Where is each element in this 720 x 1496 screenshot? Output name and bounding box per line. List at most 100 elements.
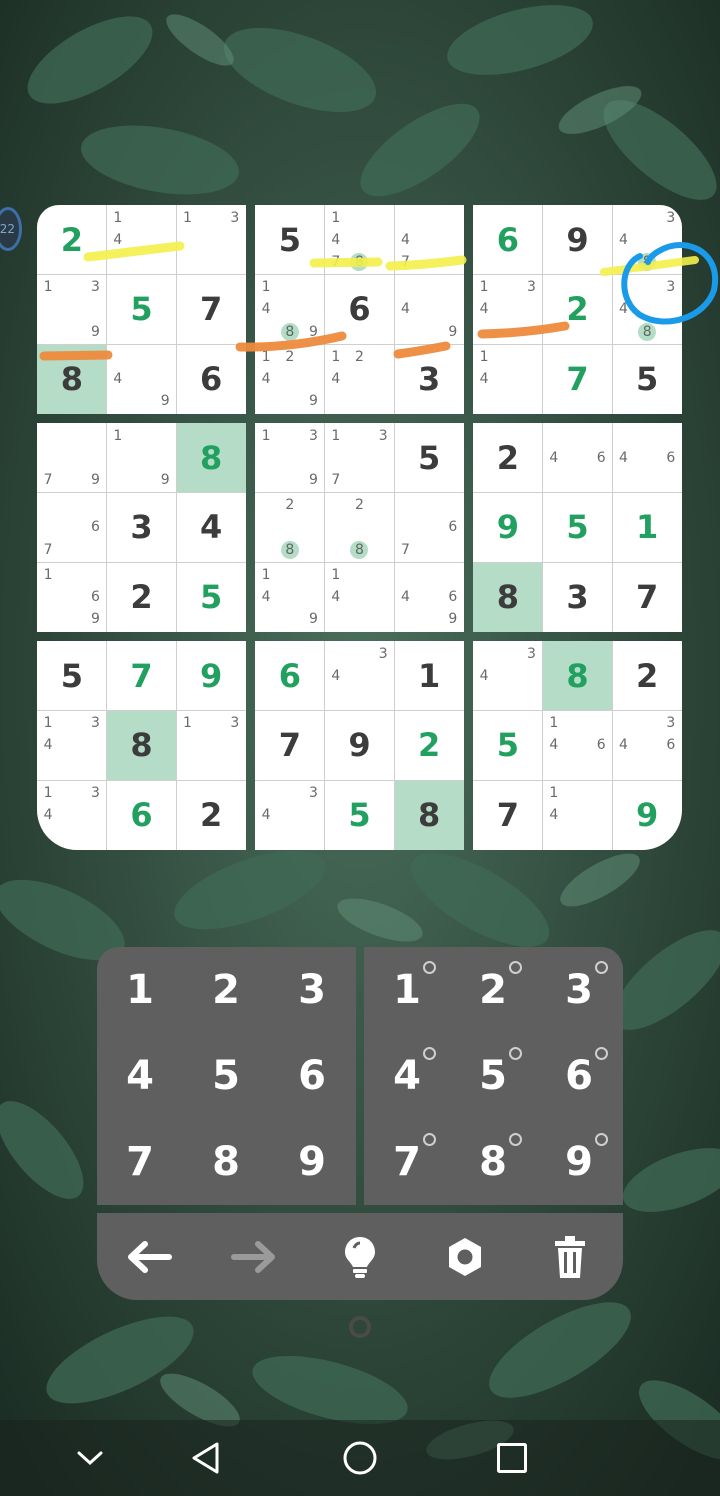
sudoku-cell[interactable]: 7 bbox=[473, 780, 543, 850]
sudoku-cell[interactable]: 1 3 4 bbox=[37, 711, 107, 781]
sudoku-cell[interactable]: 8 bbox=[473, 562, 543, 632]
sudoku-cell[interactable]: 6 bbox=[325, 275, 395, 345]
sudoku-cell[interactable]: 1 4 9 bbox=[255, 562, 325, 632]
sudoku-cell[interactable]: 46 bbox=[612, 423, 682, 493]
sudoku-cell[interactable]: 1 3 4 bbox=[473, 275, 543, 345]
nav-collapse-button[interactable] bbox=[66, 1434, 114, 1482]
sudoku-cell[interactable]: 5 bbox=[37, 641, 107, 711]
sudoku-cell[interactable]: 2 bbox=[543, 275, 613, 345]
sudoku-cell[interactable]: 4 bbox=[176, 493, 246, 563]
sudoku-cell[interactable]: 1 3 4 bbox=[37, 780, 107, 850]
sudoku-cell[interactable]: 2 bbox=[107, 562, 177, 632]
sudoku-cell[interactable]: 2 bbox=[394, 711, 464, 781]
sudoku-cell[interactable]: 13 bbox=[176, 205, 246, 275]
sudoku-cell[interactable]: 8 bbox=[106, 710, 177, 781]
delete-button[interactable] bbox=[540, 1231, 600, 1283]
sudoku-cell[interactable]: 34 bbox=[473, 641, 543, 711]
sudoku-cell[interactable]: 1 3 9 bbox=[255, 423, 325, 493]
digit-key-9[interactable]: 9 bbox=[269, 1119, 355, 1205]
digit-key-4[interactable]: 4 bbox=[97, 1033, 183, 1119]
digit-key-5[interactable]: 5 bbox=[183, 1033, 269, 1119]
sudoku-cell[interactable]: 5 bbox=[473, 711, 543, 781]
sudoku-cell[interactable]: 19 bbox=[107, 423, 177, 493]
sudoku-cell[interactable]: 9 bbox=[176, 641, 246, 711]
sudoku-cell[interactable]: 5 bbox=[255, 205, 325, 275]
hint-button[interactable] bbox=[330, 1231, 390, 1283]
sudoku-cell[interactable]: 2 bbox=[37, 205, 107, 275]
nav-back-button[interactable] bbox=[182, 1434, 230, 1482]
note-key-2[interactable]: 2 bbox=[450, 947, 536, 1033]
sudoku-cell[interactable]: 1 4 6 bbox=[543, 711, 613, 781]
sudoku-cell[interactable]: 8 bbox=[542, 641, 613, 711]
nav-recents-button[interactable] bbox=[488, 1434, 536, 1482]
sudoku-cell[interactable]: 5 bbox=[394, 423, 464, 493]
sudoku-cell[interactable]: 49 bbox=[107, 344, 177, 414]
sudoku-cell[interactable]: 14 bbox=[473, 344, 543, 414]
sudoku-cell[interactable]: 13 bbox=[176, 711, 246, 781]
note-key-7[interactable]: 7 bbox=[364, 1119, 450, 1205]
sudoku-cell[interactable]: 8 bbox=[394, 780, 464, 850]
sudoku-cell[interactable]: 4 6 9 bbox=[394, 562, 464, 632]
sudoku-cell[interactable]: 67 bbox=[394, 493, 464, 563]
sudoku-cell[interactable]: 1 bbox=[612, 493, 682, 563]
sudoku-cell[interactable]: 3 4 6 bbox=[612, 711, 682, 781]
digit-key-3[interactable]: 3 bbox=[269, 947, 355, 1033]
sudoku-cell[interactable]: 47 bbox=[394, 205, 464, 275]
sudoku-cell[interactable]: 79 bbox=[37, 423, 107, 493]
sudoku-cell[interactable]: 3 bbox=[107, 493, 177, 563]
sudoku-cell[interactable]: 1 3 9 bbox=[37, 275, 107, 345]
sudoku-cell[interactable]: 1 4 78 bbox=[325, 205, 395, 275]
sudoku-cell[interactable]: 5 bbox=[612, 344, 682, 414]
sudoku-cell[interactable]: 6 bbox=[473, 205, 543, 275]
sudoku-cell[interactable]: 1 bbox=[394, 641, 464, 711]
sudoku-cell[interactable]: 8 bbox=[37, 344, 107, 414]
note-key-1[interactable]: 1 bbox=[364, 947, 450, 1033]
sudoku-cell[interactable]: 9 bbox=[473, 493, 543, 563]
sudoku-cell[interactable]: 8 bbox=[176, 423, 246, 493]
sudoku-cell[interactable]: 34 bbox=[325, 641, 395, 711]
sudoku-cell[interactable]: 6 bbox=[255, 641, 325, 711]
note-key-8[interactable]: 8 bbox=[450, 1119, 536, 1205]
sudoku-cell[interactable]: 67 bbox=[37, 493, 107, 563]
sudoku-cell[interactable]: 1 489 bbox=[255, 275, 325, 345]
sudoku-cell[interactable]: 49 bbox=[394, 275, 464, 345]
sudoku-cell[interactable]: 7 bbox=[107, 641, 177, 711]
redo-button[interactable] bbox=[224, 1233, 284, 1281]
sudoku-cell[interactable]: 124 bbox=[325, 344, 395, 414]
sudoku-cell[interactable]: 2 bbox=[473, 423, 543, 493]
sudoku-cell[interactable]: 1 6 9 bbox=[37, 562, 107, 632]
sudoku-cell[interactable]: 3 48 bbox=[612, 275, 682, 345]
settings-button[interactable] bbox=[435, 1231, 495, 1283]
sudoku-cell[interactable]: 5 bbox=[325, 780, 395, 850]
note-key-5[interactable]: 5 bbox=[450, 1033, 536, 1119]
sudoku-cell[interactable]: 9 bbox=[612, 780, 682, 850]
sudoku-cell[interactable]: 5 bbox=[107, 275, 177, 345]
digit-key-2[interactable]: 2 bbox=[183, 947, 269, 1033]
digit-key-8[interactable]: 8 bbox=[183, 1119, 269, 1205]
digit-key-6[interactable]: 6 bbox=[269, 1033, 355, 1119]
digit-key-1[interactable]: 1 bbox=[97, 947, 183, 1033]
sudoku-cell[interactable]: 3 bbox=[394, 344, 464, 414]
sudoku-cell[interactable]: 9 bbox=[325, 711, 395, 781]
sudoku-cell[interactable]: 46 bbox=[543, 423, 613, 493]
note-key-6[interactable]: 6 bbox=[536, 1033, 622, 1119]
sudoku-cell[interactable]: 14 bbox=[543, 780, 613, 850]
sudoku-cell[interactable]: 14 bbox=[107, 205, 177, 275]
sudoku-cell[interactable]: 7 bbox=[612, 562, 682, 632]
sudoku-cell[interactable]: 28 bbox=[255, 493, 325, 563]
nav-home-button[interactable] bbox=[336, 1434, 384, 1482]
sudoku-cell[interactable]: 124 9 bbox=[255, 344, 325, 414]
undo-button[interactable] bbox=[119, 1233, 179, 1281]
sudoku-cell[interactable]: 3 bbox=[543, 562, 613, 632]
sudoku-cell[interactable]: 14 bbox=[325, 562, 395, 632]
sudoku-cell[interactable]: 2 bbox=[612, 641, 682, 711]
sudoku-cell[interactable]: 34 bbox=[255, 780, 325, 850]
sudoku-cell[interactable]: 5 bbox=[176, 562, 246, 632]
sudoku-cell[interactable]: 6 bbox=[176, 344, 246, 414]
drag-handle-icon[interactable] bbox=[348, 1315, 372, 1339]
sudoku-cell[interactable]: 2 bbox=[176, 780, 246, 850]
sudoku-cell[interactable]: 7 bbox=[543, 344, 613, 414]
sudoku-cell[interactable]: 3 48 bbox=[612, 205, 682, 275]
note-key-9[interactable]: 9 bbox=[536, 1119, 622, 1205]
sudoku-cell[interactable]: 7 bbox=[176, 275, 246, 345]
